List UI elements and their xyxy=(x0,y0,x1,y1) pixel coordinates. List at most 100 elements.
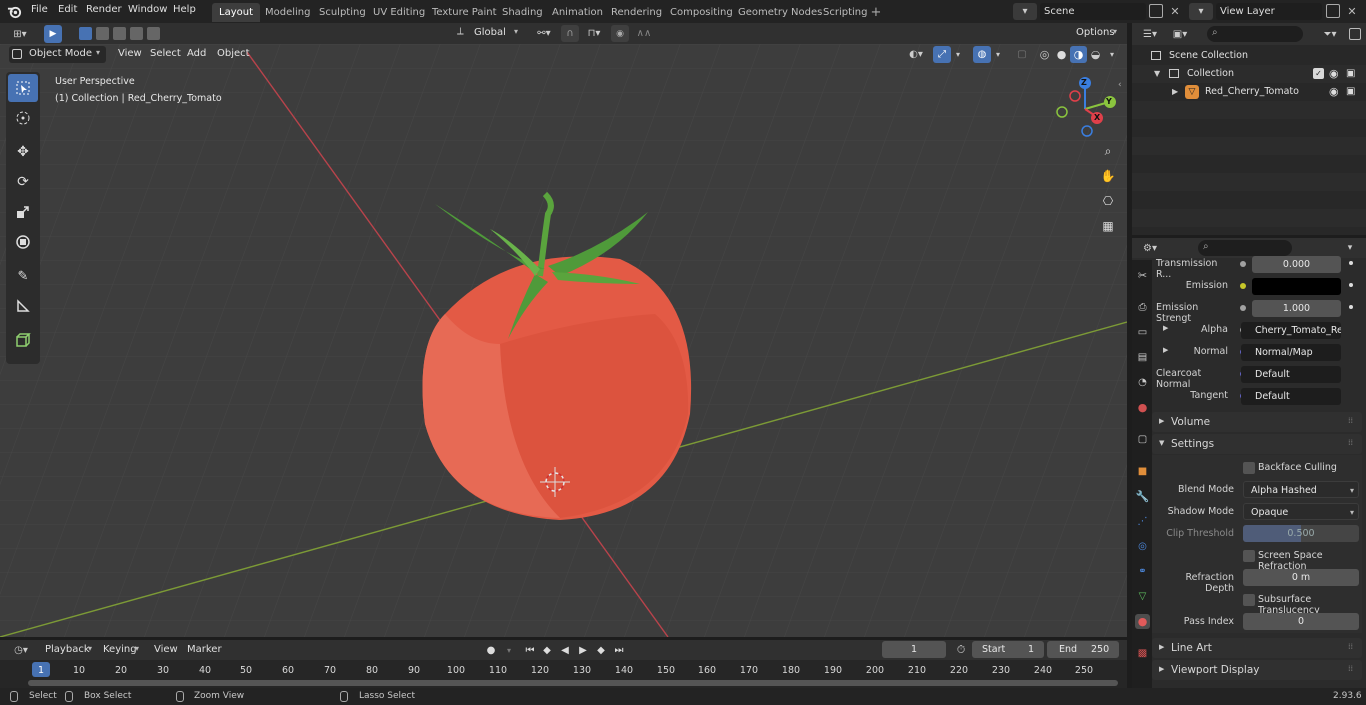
visibility-icon[interactable]: ◐▾ xyxy=(903,46,929,63)
viewport-display-panel-header[interactable]: ▶ Viewport Display ⁞⁞ xyxy=(1152,660,1362,680)
select-box-tool[interactable] xyxy=(8,74,38,102)
filter-icon[interactable]: ⏷▾ xyxy=(1317,26,1343,42)
move-tool[interactable]: ✥ xyxy=(8,138,38,166)
menu-window[interactable]: Window xyxy=(128,4,167,15)
ssr-checkbox[interactable] xyxy=(1243,550,1255,562)
scene-field[interactable]: Scene xyxy=(1040,3,1146,20)
outliner-row-scene-collection[interactable]: Scene Collection xyxy=(1132,47,1366,65)
falloff-icon[interactable]: ∧∧ xyxy=(632,25,656,42)
modifier-tab-icon[interactable]: 🔧 xyxy=(1135,489,1150,504)
mode-new-icon[interactable] xyxy=(79,27,92,40)
output-tab-icon[interactable]: ▭ xyxy=(1135,325,1150,340)
sidebar-toggle-icon[interactable]: ‹ xyxy=(1118,80,1122,90)
keyframe-dot-icon[interactable] xyxy=(1349,305,1353,309)
jump-end-icon[interactable]: ⏭ xyxy=(612,642,626,658)
exclude-checkbox[interactable]: ✓ xyxy=(1313,68,1324,79)
refraction-depth-field[interactable]: 0 m xyxy=(1243,569,1359,586)
tab-scripting[interactable]: Scripting xyxy=(816,3,874,22)
blend-mode-select[interactable]: Alpha Hashed ▾ xyxy=(1243,481,1359,498)
add-cube-tool[interactable] xyxy=(8,326,38,354)
play-icon[interactable]: ▶ xyxy=(576,642,590,658)
snap-target-icon[interactable]: ⊓▾ xyxy=(582,25,606,42)
pass-index-field[interactable]: 0 xyxy=(1243,613,1359,630)
menu-edit[interactable]: Edit xyxy=(58,4,77,15)
3d-viewport[interactable]: Object Mode ▾ View Select Add Object ◐▾ … xyxy=(0,44,1127,637)
new-collection-icon[interactable] xyxy=(1349,28,1361,40)
proportional-edit-icon[interactable]: ◉ xyxy=(611,25,629,42)
current-frame-field[interactable]: 1 xyxy=(882,641,946,658)
scene-tab-icon[interactable]: ◔ xyxy=(1135,375,1150,390)
properties-search-input[interactable]: ⌕ xyxy=(1198,240,1292,256)
cursor-tool[interactable] xyxy=(8,104,38,132)
tab-uv-editing[interactable]: UV Editing xyxy=(366,3,432,22)
view-layer-close-icon[interactable]: ✕ xyxy=(1345,3,1359,19)
menu-object[interactable]: Object xyxy=(217,48,250,59)
prev-keyframe-icon[interactable]: ◆ xyxy=(540,642,554,658)
world-tab-icon[interactable]: ● xyxy=(1135,400,1150,415)
rotate-tool[interactable]: ⟳ xyxy=(8,168,38,196)
mode-select[interactable]: Object Mode ▾ xyxy=(9,46,106,63)
camera-icon[interactable]: ⎔ xyxy=(1097,190,1119,212)
camera-render-icon[interactable]: ▣ xyxy=(1346,65,1355,83)
pivot-icon[interactable]: ⚯▾ xyxy=(532,25,556,42)
settings-panel-header[interactable]: ▼ Settings ⁞⁞ xyxy=(1152,434,1362,454)
eye-icon[interactable]: ◉ xyxy=(1329,65,1339,83)
shading-dropdown-icon[interactable]: ▾ xyxy=(1106,46,1118,63)
start-frame-field[interactable]: Start 1 xyxy=(972,641,1044,658)
expand-arrow-icon[interactable]: ▶ xyxy=(1172,83,1178,101)
menu-view[interactable]: View xyxy=(118,48,142,59)
view-layer-tab-icon[interactable]: ▤ xyxy=(1135,350,1150,365)
annotate-tool[interactable]: ✎ xyxy=(8,262,38,290)
keyframe-dot-icon[interactable] xyxy=(1349,283,1353,287)
tab-compositing[interactable]: Compositing xyxy=(663,3,740,22)
add-workspace-icon[interactable]: + xyxy=(869,5,883,20)
outliner-row-red-cherry-tomato[interactable]: ▶ ▽ Red_Cherry_Tomato ◉ ▣ xyxy=(1132,83,1366,101)
keyframe-dot-icon[interactable] xyxy=(1349,261,1353,265)
zoom-icon[interactable]: ⌕ xyxy=(1097,140,1119,162)
jump-start-icon[interactable]: ⏮ xyxy=(523,642,537,658)
data-tab-icon[interactable]: ▽ xyxy=(1135,589,1150,604)
timeline-menu-view[interactable]: View xyxy=(154,644,178,655)
outliner-editor-icon[interactable]: ☰▾ xyxy=(1138,26,1162,42)
outliner-search-input[interactable]: ⌕ xyxy=(1207,26,1303,42)
scene-close-icon[interactable]: ✕ xyxy=(1168,3,1182,19)
material-tab-icon[interactable]: ● xyxy=(1135,614,1150,629)
snap-icon[interactable]: ∩ xyxy=(561,25,579,42)
view-layer-icon[interactable]: ▾ xyxy=(1189,3,1213,20)
camera-render-icon[interactable]: ▣ xyxy=(1346,83,1355,101)
emission-color-field[interactable] xyxy=(1252,278,1341,295)
socket-icon[interactable] xyxy=(1240,261,1246,267)
drag-handle-icon[interactable]: ⁞⁞ xyxy=(1348,416,1353,425)
select-tool-icon[interactable]: ▶ xyxy=(44,25,62,43)
mode-difference-icon[interactable] xyxy=(130,27,143,40)
options-dropdown[interactable]: Options ▾ xyxy=(1068,25,1123,42)
overlay-toggle-icon[interactable]: ◍ xyxy=(973,46,991,63)
clearcoat-normal-field[interactable]: Default xyxy=(1241,366,1341,383)
volume-panel-header[interactable]: ▶ Volume ⁞⁞ xyxy=(1152,412,1362,432)
gizmo-toggle-icon[interactable]: ⤢ xyxy=(933,46,951,63)
constraints-tab-icon[interactable]: ⚭ xyxy=(1135,564,1150,579)
eye-icon[interactable]: ◉ xyxy=(1329,83,1339,101)
tab-layout[interactable]: Layout xyxy=(212,3,260,22)
shading-solid-icon[interactable]: ● xyxy=(1053,46,1070,63)
scale-tool[interactable] xyxy=(8,198,38,226)
shadow-mode-select[interactable]: Opaque ▾ xyxy=(1243,503,1359,520)
tab-texture-paint[interactable]: Texture Paint xyxy=(425,3,504,22)
alpha-field[interactable]: Cherry_Tomato_Ref... xyxy=(1241,322,1341,339)
subsurface-translucency-checkbox[interactable] xyxy=(1243,594,1255,606)
drag-handle-icon[interactable]: ⁞⁞ xyxy=(1348,664,1353,673)
tab-sculpting[interactable]: Sculpting xyxy=(312,3,373,22)
drag-handle-icon[interactable]: ⁞⁞ xyxy=(1348,438,1353,447)
clip-threshold-slider[interactable]: 0.500 xyxy=(1243,525,1359,542)
outliner-row-collection[interactable]: ▼ Collection ✓ ◉ ▣ xyxy=(1132,65,1366,83)
menu-help[interactable]: Help xyxy=(173,4,196,15)
transform-tool[interactable] xyxy=(8,228,38,256)
stopwatch-icon[interactable]: ⏱ xyxy=(953,642,969,658)
tab-modeling[interactable]: Modeling xyxy=(258,3,318,22)
view-layer-field[interactable]: View Layer xyxy=(1216,3,1322,20)
menu-render[interactable]: Render xyxy=(86,4,122,15)
tab-shading[interactable]: Shading xyxy=(495,3,550,22)
auto-keying-icon[interactable]: ● xyxy=(482,642,500,658)
playback-menu[interactable]: Playback ▾ xyxy=(40,642,96,658)
socket-icon[interactable] xyxy=(1240,283,1246,289)
